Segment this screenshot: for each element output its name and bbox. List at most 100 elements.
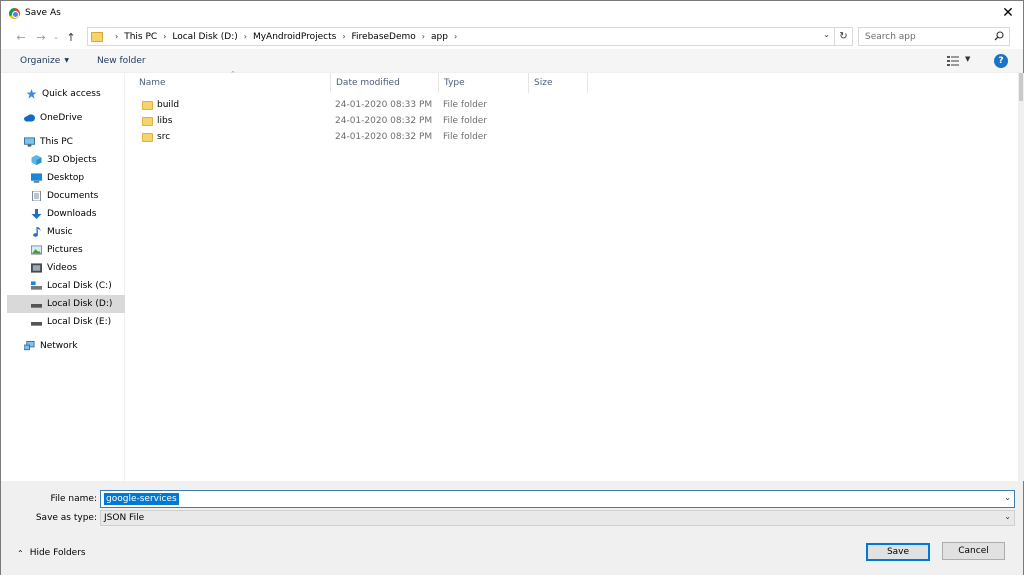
document-icon xyxy=(32,191,41,201)
search-input[interactable]: Search app xyxy=(858,27,1010,46)
column-name[interactable]: Name xyxy=(126,73,331,93)
nav-label: Local Disk (D:) xyxy=(47,299,113,309)
nav-label: Local Disk (C:) xyxy=(47,281,112,291)
column-header-row: ⌃ Name Date modified Type Size xyxy=(126,70,1018,93)
nav-item-desktop[interactable]: Desktop xyxy=(7,169,125,187)
save-as-dialog: Save As ✕ ← → ⌄ ↑ › This PC › Local Disk… xyxy=(0,0,1024,575)
save-type-select[interactable]: JSON File ⌄ xyxy=(100,510,1015,526)
nav-item-downloads[interactable]: Downloads xyxy=(7,205,125,223)
nav-item-documents[interactable]: Documents xyxy=(7,187,125,205)
nav-item-pictures[interactable]: Pictures xyxy=(7,241,125,259)
up-arrow-icon[interactable]: ↑ xyxy=(61,27,81,47)
breadcrumb-firebasedemo[interactable]: FirebaseDemo xyxy=(352,32,416,42)
nav-label: Videos xyxy=(47,263,77,273)
hide-folders-button[interactable]: ⌃ Hide Folders xyxy=(17,548,86,558)
file-name: src xyxy=(157,132,171,142)
table-row[interactable]: libs 24-01-2020 08:32 PM File folder xyxy=(126,113,1018,129)
nav-item-music[interactable]: Music xyxy=(7,223,125,241)
table-row[interactable]: src 24-01-2020 08:32 PM File folder xyxy=(126,129,1018,145)
nav-item-local-disk-c[interactable]: Local Disk (C:) xyxy=(7,277,125,295)
table-row[interactable]: build 24-01-2020 08:33 PM File folder xyxy=(126,97,1018,113)
caret-down-icon: ▼ xyxy=(64,57,69,64)
chevron-down-icon[interactable]: ⌄ xyxy=(823,30,830,39)
nav-item-this-pc[interactable]: This PC xyxy=(7,133,125,151)
column-size[interactable]: Size xyxy=(529,73,588,93)
nav-item-quick-access[interactable]: Quick access xyxy=(7,85,125,103)
close-button[interactable]: ✕ xyxy=(999,4,1017,22)
file-name-cell: src xyxy=(126,132,331,142)
address-row: ← → ⌄ ↑ › This PC › Local Disk (D:) › My… xyxy=(1,25,1023,49)
help-icon[interactable]: ? xyxy=(994,54,1008,68)
folder-icon xyxy=(142,116,153,126)
organize-button[interactable]: Organize ▼ xyxy=(20,56,69,66)
search-placeholder: Search app xyxy=(865,31,916,42)
new-folder-button[interactable]: New folder xyxy=(97,56,146,66)
address-bar[interactable]: › This PC › Local Disk (D:) › MyAndroidP… xyxy=(87,27,835,46)
file-list[interactable]: ⌃ Name Date modified Type Size build 24-… xyxy=(126,70,1018,481)
nav-item-local-disk-d[interactable]: Local Disk (D:) xyxy=(7,295,125,313)
chevron-right-icon[interactable]: › xyxy=(342,32,345,41)
video-icon xyxy=(31,263,42,273)
back-arrow-icon[interactable]: ← xyxy=(11,27,31,47)
chevron-right-icon[interactable]: › xyxy=(115,32,118,41)
file-type: File folder xyxy=(443,116,488,126)
file-date: 24-01-2020 08:32 PM xyxy=(335,132,433,142)
column-type[interactable]: Type xyxy=(439,73,529,93)
save-button[interactable]: Save xyxy=(866,543,930,561)
save-type-value: JSON File xyxy=(104,513,145,523)
star-icon xyxy=(26,89,37,99)
folder-icon xyxy=(142,100,153,110)
hide-folders-label: Hide Folders xyxy=(29,548,86,558)
chevron-right-icon[interactable]: › xyxy=(454,32,457,41)
cancel-button[interactable]: Cancel xyxy=(942,542,1005,560)
vertical-scrollbar[interactable] xyxy=(1018,73,1024,481)
file-type: File folder xyxy=(443,132,488,142)
breadcrumb-local-disk-d[interactable]: Local Disk (D:) xyxy=(172,32,237,42)
music-icon xyxy=(33,227,41,237)
nav-item-3d-objects[interactable]: 3D Objects xyxy=(7,151,125,169)
sort-up-icon: ⌃ xyxy=(230,70,236,78)
nav-item-network[interactable]: Network xyxy=(7,337,125,355)
nav-item-local-disk-e[interactable]: Local Disk (E:) xyxy=(7,313,125,331)
nav-label: Pictures xyxy=(47,245,83,255)
download-icon xyxy=(31,209,42,219)
chevron-right-icon[interactable]: › xyxy=(244,32,247,41)
file-name-cell: libs xyxy=(126,116,331,126)
file-name: build xyxy=(157,100,180,110)
scroll-thumb[interactable] xyxy=(1019,73,1023,101)
save-type-label: Save as type: xyxy=(35,513,97,523)
file-name-cell: build xyxy=(126,100,331,110)
command-bar: Organize ▼ New folder ▼ ? xyxy=(1,49,1023,73)
view-options-icon[interactable] xyxy=(947,56,959,66)
search-icon[interactable] xyxy=(994,31,1004,41)
file-name-input[interactable]: google-services ⌄ xyxy=(100,490,1015,508)
cube-icon xyxy=(31,155,42,165)
chrome-icon xyxy=(9,7,20,19)
breadcrumb-app[interactable]: app xyxy=(431,32,448,42)
chevron-right-icon[interactable]: › xyxy=(422,32,425,41)
recent-locations-chevron-icon[interactable]: ⌄ xyxy=(51,27,61,47)
title-bar: Save As ✕ xyxy=(1,1,1023,25)
nav-item-videos[interactable]: Videos xyxy=(7,259,125,277)
view-caret-down-icon[interactable]: ▼ xyxy=(965,55,970,63)
file-name: libs xyxy=(157,116,173,126)
nav-label: Music xyxy=(47,227,73,237)
nav-label: OneDrive xyxy=(40,113,83,123)
chevron-up-icon: ⌃ xyxy=(17,548,24,558)
breadcrumb-myandroidprojects[interactable]: MyAndroidProjects xyxy=(253,32,336,42)
organize-label: Organize xyxy=(20,55,61,66)
nav-label: Downloads xyxy=(47,209,97,219)
forward-arrow-icon[interactable]: → xyxy=(31,27,51,47)
chevron-right-icon[interactable]: › xyxy=(163,32,166,41)
breadcrumb-this-pc[interactable]: This PC xyxy=(124,32,157,42)
chevron-down-icon[interactable]: ⌄ xyxy=(1004,493,1011,502)
file-type: File folder xyxy=(443,100,488,110)
nav-label: Documents xyxy=(47,191,99,201)
column-date-modified[interactable]: Date modified xyxy=(331,73,439,93)
file-date: 24-01-2020 08:32 PM xyxy=(335,116,433,126)
file-date: 24-01-2020 08:33 PM xyxy=(335,100,433,110)
drive-icon xyxy=(31,281,42,290)
nav-item-onedrive[interactable]: OneDrive xyxy=(7,109,125,127)
chevron-down-icon[interactable]: ⌄ xyxy=(1004,512,1011,521)
refresh-icon[interactable]: ↻ xyxy=(835,27,853,46)
